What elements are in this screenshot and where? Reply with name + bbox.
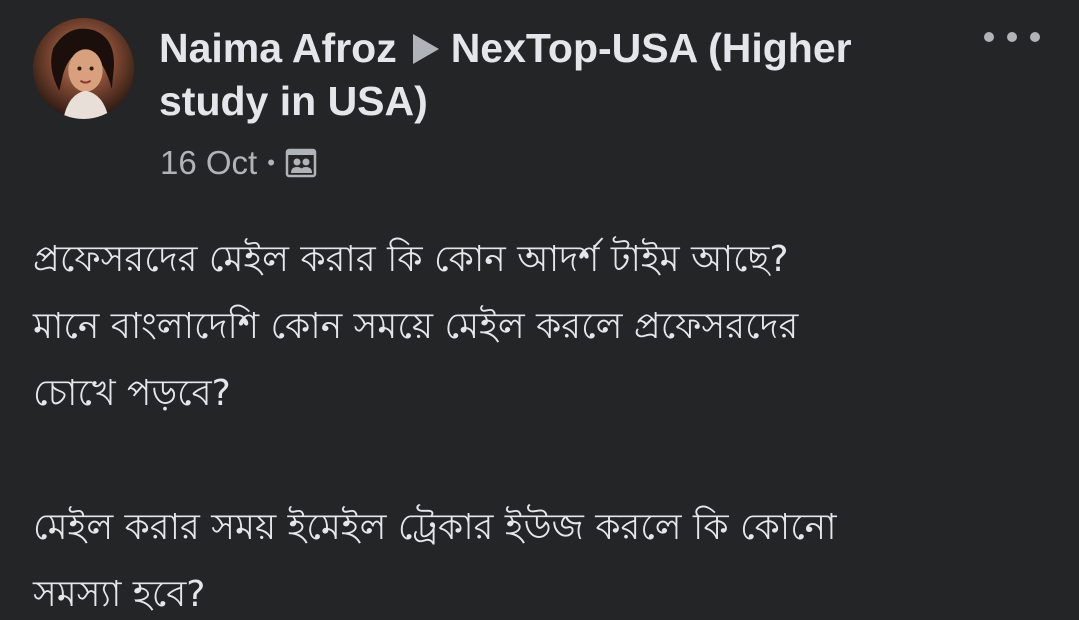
posted-in-arrow-icon — [412, 34, 439, 64]
author-name[interactable]: Naima Afroz — [159, 25, 397, 71]
post-body: প্রফেসরদের মেইল করার কি কোন আদর্শ টাইম আ… — [33, 226, 1063, 620]
post-header: Naima Afroz NexTop-USA (Higher study in U… — [159, 22, 949, 128]
more-options-button[interactable] — [984, 22, 1040, 52]
more-dots-icon — [984, 32, 994, 42]
meta-separator: • — [267, 150, 275, 175]
facebook-post: Naima Afroz NexTop-USA (Higher study in U… — [0, 0, 1079, 620]
members-group-icon[interactable] — [285, 147, 317, 179]
body-line: সমস্যা হবে? — [33, 574, 206, 615]
body-line: প্রফেসরদের মেইল করার কি কোন আদর্শ টাইম আ… — [33, 239, 789, 280]
post-meta: 16 Oct • — [160, 140, 317, 186]
post-date[interactable]: 16 Oct — [160, 144, 257, 182]
body-line: মানে বাংলাদেশি কোন সময়ে মেইল করলে প্রফে… — [33, 306, 799, 347]
avatar-photo — [33, 18, 134, 119]
body-line: চোখে পড়বে? — [33, 373, 231, 414]
author-avatar[interactable] — [33, 18, 134, 119]
more-dot-2 — [1007, 32, 1017, 42]
body-line: মেইল করার সময় ইমেইল ট্রেকার ইউজ করলে কি… — [33, 507, 837, 548]
more-dot-3 — [1030, 32, 1040, 42]
